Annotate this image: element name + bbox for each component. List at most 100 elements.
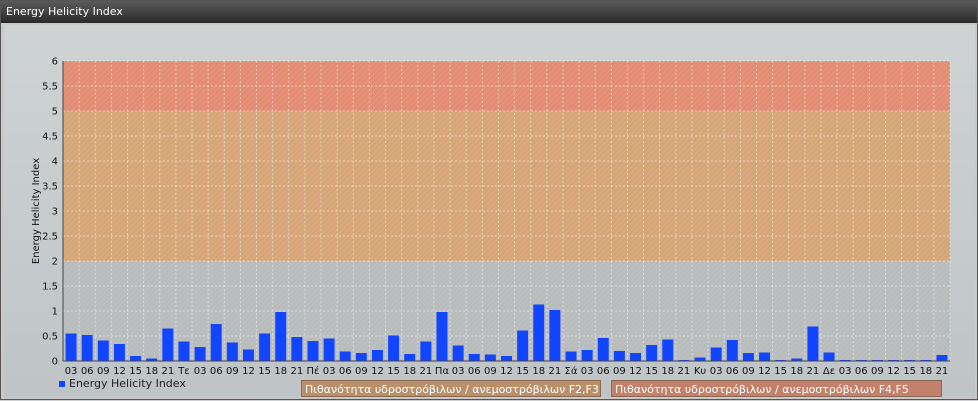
bar bbox=[178, 341, 190, 361]
y-tick-label: 2 bbox=[52, 257, 58, 268]
bar bbox=[807, 326, 819, 361]
x-tick-label: 18 bbox=[790, 366, 803, 377]
x-tick-label: 12 bbox=[242, 366, 255, 377]
x-tick-label: 06 bbox=[210, 366, 223, 377]
y-tick-label: 2.5 bbox=[42, 232, 58, 243]
x-tick-label: 09 bbox=[484, 366, 497, 377]
bar bbox=[81, 335, 93, 361]
bar bbox=[388, 335, 400, 361]
y-tick-label: 5.5 bbox=[42, 82, 58, 93]
bar bbox=[613, 351, 625, 361]
window-title: Energy Helicity Index bbox=[1, 1, 977, 23]
bar bbox=[259, 333, 271, 361]
zone-label-f4f5: Πιθανότητα υδροστρόβιλων / ανεμοστρόβιλω… bbox=[611, 380, 942, 397]
x-tick-label: 21 bbox=[549, 366, 562, 377]
x-tick-label: 18 bbox=[532, 366, 545, 377]
x-tick-label: 21 bbox=[161, 366, 174, 377]
bar bbox=[710, 347, 722, 361]
bar bbox=[517, 330, 529, 361]
x-tick-label: 03 bbox=[710, 366, 723, 377]
x-tick-label: 06 bbox=[468, 366, 481, 377]
bar bbox=[65, 333, 77, 361]
x-tick-label: 21 bbox=[678, 366, 691, 377]
x-tick-label: 15 bbox=[774, 366, 787, 377]
y-tick-label: 1 bbox=[52, 307, 58, 318]
bar bbox=[597, 338, 609, 361]
x-tick-label: 15 bbox=[903, 366, 916, 377]
bar bbox=[630, 353, 642, 361]
x-tick-label: 06 bbox=[339, 366, 352, 377]
x-tick-label: 18 bbox=[274, 366, 287, 377]
bar bbox=[420, 341, 432, 361]
plot-area: 0 0.5 1 1.5 2 2.5 3 3.5 4 4.5 5 5.5 6 03 06 09 12 15 18 21… bbox=[4, 25, 975, 397]
bar bbox=[936, 355, 948, 361]
y-tick-label: 4 bbox=[52, 157, 58, 168]
x-tick-label: 15 bbox=[258, 366, 271, 377]
bar bbox=[275, 312, 287, 361]
bar bbox=[323, 338, 335, 361]
bar bbox=[355, 353, 367, 361]
x-tick-label: 21 bbox=[419, 366, 432, 377]
chart-window: Energy Helicity Index 0 0.5 1 1.5 2 2.5 3 3.5 4 4… bbox=[0, 0, 978, 400]
bar bbox=[242, 349, 254, 361]
x-tick-label: 15 bbox=[645, 366, 658, 377]
x-tick-label: 21 bbox=[936, 366, 949, 377]
y-tick-label: 3.5 bbox=[42, 182, 58, 193]
x-tick-label: 06 bbox=[855, 366, 868, 377]
x-tick-label: 09 bbox=[355, 366, 368, 377]
x-tick-label: Πα bbox=[435, 366, 450, 377]
y-tick-label: 1.5 bbox=[42, 282, 58, 293]
x-tick-label: Δε bbox=[823, 366, 835, 377]
y-tick-label: 3 bbox=[52, 207, 58, 218]
bar bbox=[823, 352, 835, 361]
y-tick-label: 0.5 bbox=[42, 332, 58, 343]
x-tick-label: 15 bbox=[516, 366, 529, 377]
x-tick-label: Σά bbox=[565, 365, 578, 377]
x-tick-label: 12 bbox=[500, 366, 513, 377]
x-tick-label: 12 bbox=[629, 366, 642, 377]
y-tick-label: 0 bbox=[52, 357, 58, 368]
x-tick-label: 03 bbox=[65, 366, 78, 377]
x-tick-label: 15 bbox=[387, 366, 400, 377]
x-tick-label: 12 bbox=[371, 366, 384, 377]
bar bbox=[484, 354, 496, 361]
bar bbox=[646, 345, 658, 361]
x-tick-label: 12 bbox=[113, 366, 126, 377]
x-tick-label: 21 bbox=[807, 366, 820, 377]
bar bbox=[307, 341, 319, 361]
y-tick-label: 6 bbox=[52, 57, 58, 68]
x-tick-label: 18 bbox=[403, 366, 416, 377]
x-tick-label: Πέ bbox=[307, 365, 320, 377]
bar bbox=[452, 345, 464, 361]
bar bbox=[436, 312, 448, 361]
x-tick-label: 21 bbox=[290, 366, 303, 377]
bar bbox=[501, 356, 512, 361]
x-tick-label: Κυ bbox=[694, 366, 707, 377]
x-tick-label: 03 bbox=[323, 366, 336, 377]
y-tick-label: 5 bbox=[52, 107, 58, 118]
x-tick-label: 06 bbox=[726, 366, 739, 377]
legend-swatch bbox=[59, 380, 65, 387]
zone-label-f2f3: Πιθανότητα υδροστρόβιλων / ανεμοστρόβιλω… bbox=[301, 380, 601, 397]
bar bbox=[742, 353, 754, 361]
bar bbox=[694, 357, 706, 361]
x-tick-label: 18 bbox=[661, 366, 674, 377]
x-tick-label: 03 bbox=[581, 366, 594, 377]
bar bbox=[533, 304, 545, 361]
bar bbox=[565, 351, 577, 361]
bar bbox=[468, 354, 480, 361]
y-axis-label: Energy Helicity Index bbox=[31, 158, 42, 264]
x-tick-label: 03 bbox=[194, 366, 207, 377]
bar bbox=[194, 347, 206, 361]
x-tick-label: 09 bbox=[97, 366, 110, 377]
x-tick-label: 12 bbox=[887, 366, 900, 377]
bar bbox=[226, 342, 238, 361]
y-tick-label: 4.5 bbox=[42, 132, 58, 143]
bar bbox=[113, 344, 125, 361]
bar bbox=[291, 337, 303, 361]
bar bbox=[162, 328, 174, 361]
x-tick-label: 09 bbox=[871, 366, 884, 377]
x-tick-label: 15 bbox=[129, 366, 142, 377]
bar bbox=[726, 340, 738, 361]
x-tick-label: 18 bbox=[919, 366, 932, 377]
